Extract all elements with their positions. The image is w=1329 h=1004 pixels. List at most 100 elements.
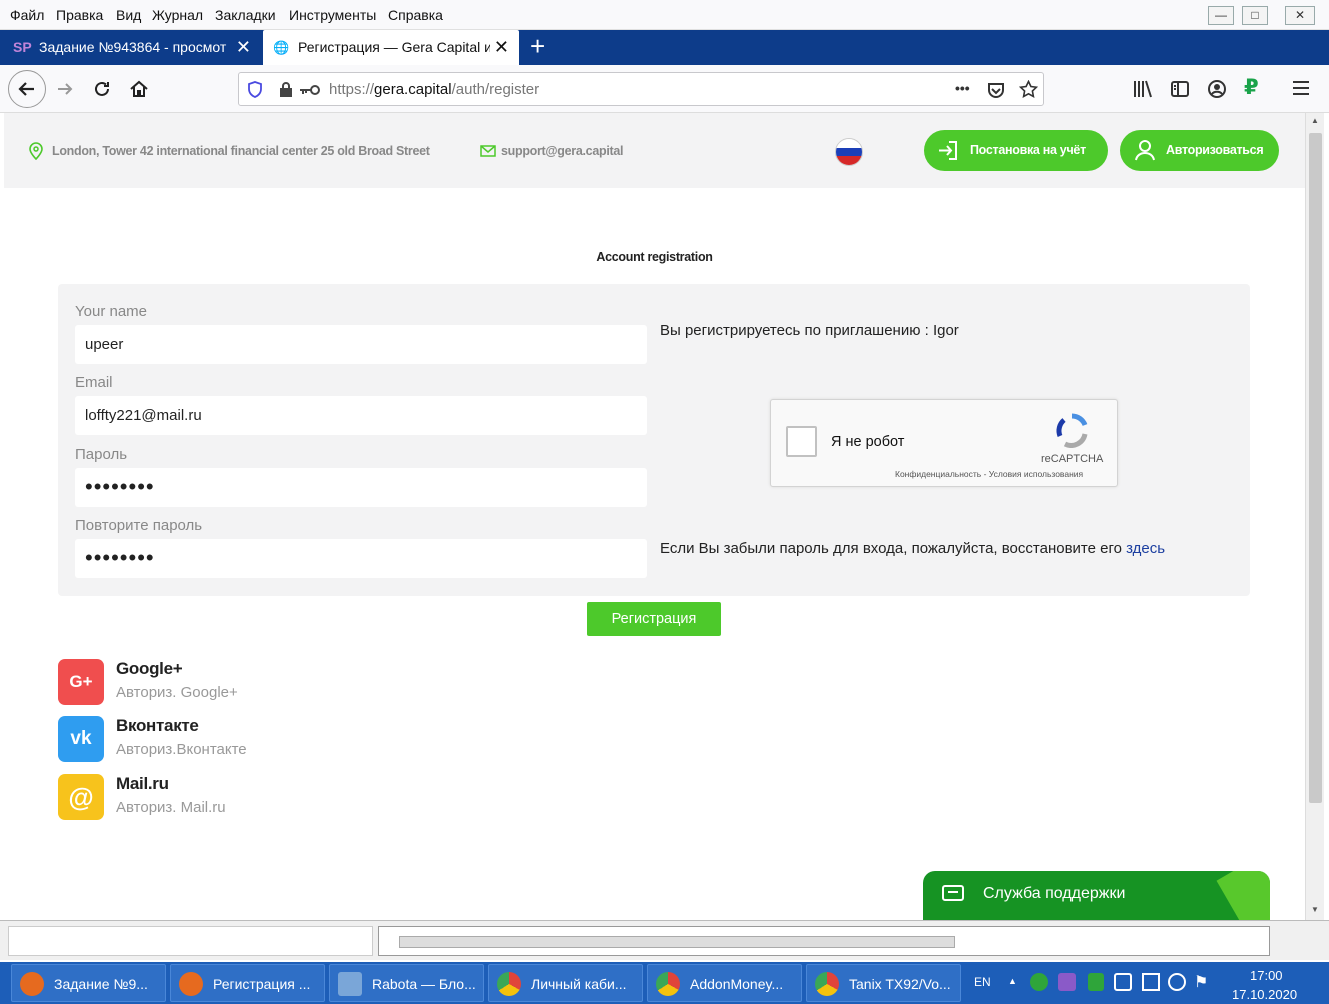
feather-icon[interactable] — [1058, 973, 1076, 991]
google-login[interactable]: G+ Google+ Авториз. Google+ — [58, 659, 358, 707]
task-label: Tanix TX92/Vo... — [849, 976, 951, 992]
firefox-icon — [20, 972, 44, 996]
menu-bookmarks[interactable]: Закладки — [215, 7, 276, 23]
menu-bar: Файл Правка Вид Журнал Закладки Инструме… — [0, 0, 1329, 30]
arrow-right-icon[interactable] — [54, 78, 76, 100]
sidebar-icon[interactable] — [1170, 79, 1190, 99]
volume-muted-icon[interactable] — [1114, 973, 1132, 991]
recaptcha-widget: Я не робот reCAPTCHA Конфиденциальность … — [770, 399, 1118, 487]
taskbar-task[interactable]: AddonMoney... — [647, 964, 802, 1002]
horizontal-scrollbar[interactable] — [378, 926, 1270, 956]
recaptcha-label: Я не робот — [831, 434, 905, 450]
chrome-icon — [656, 972, 680, 996]
menu-history[interactable]: Журнал — [152, 7, 203, 23]
chrome-icon — [497, 972, 521, 996]
login-header-button[interactable]: Авторизоваться — [1120, 130, 1279, 171]
russian-flag-icon[interactable] — [835, 138, 863, 166]
social-title: Вконтакте — [116, 716, 199, 735]
taskbar-task[interactable]: Rabota — Бло... — [329, 964, 484, 1002]
register-submit-button[interactable]: Регистрация — [587, 602, 721, 636]
tab-label: Регистрация — Gera Capital ин — [298, 39, 500, 55]
reload-icon[interactable] — [91, 78, 113, 100]
social-title: Mail.ru — [116, 774, 169, 793]
url-host: gera.capital — [374, 81, 452, 98]
vk-login[interactable]: vk Вконтакте Авториз.Вконтакте — [58, 716, 358, 764]
menu-help[interactable]: Справка — [388, 7, 443, 23]
tray-expand-icon[interactable]: ▲ — [1008, 976, 1017, 986]
close-icon[interactable]: ✕ — [489, 30, 509, 65]
status-panel — [8, 926, 373, 956]
menu-view[interactable]: Вид — [116, 7, 141, 23]
new-tab-button[interactable]: + — [530, 30, 545, 63]
star-icon[interactable] — [1019, 80, 1038, 99]
utorrent-icon[interactable] — [1030, 973, 1048, 991]
taskbar-task[interactable]: Задание №9... — [11, 964, 166, 1002]
pocket-icon[interactable] — [987, 81, 1005, 99]
ruble-extension-icon[interactable]: ₽ — [1244, 75, 1259, 100]
minimize-button[interactable]: — — [1208, 6, 1234, 25]
forgot-text: Если Вы забыли пароль для входа, пожалуй… — [660, 540, 1122, 557]
taskbar-task[interactable]: Регистрация ... — [170, 964, 325, 1002]
task-label: Задание №9... — [54, 976, 148, 992]
windows-taskbar: Задание №9... Регистрация ... Rabota — Б… — [0, 962, 1329, 1004]
repeat-password-label: Повторите пароль — [75, 517, 203, 534]
clock-time[interactable]: 17:00 — [1250, 968, 1283, 983]
vk-icon: vk — [58, 716, 104, 762]
close-icon[interactable]: ✕ — [231, 30, 251, 65]
key-icon[interactable] — [299, 84, 321, 96]
invite-text: Вы регистрируетесь по приглашению : Igor — [660, 322, 959, 339]
update-icon[interactable] — [1168, 973, 1186, 991]
taskbar-task[interactable]: Tanix TX92/Vo... — [806, 964, 961, 1002]
url-scheme: https:// — [329, 81, 375, 98]
name-input[interactable]: upeer — [75, 325, 647, 364]
scrollbar-thumb[interactable] — [399, 936, 955, 948]
task-label: AddonMoney... — [690, 976, 784, 992]
library-icon[interactable] — [1133, 79, 1153, 99]
scroll-down-icon[interactable]: ▼ — [1311, 905, 1319, 914]
tab-task[interactable]: SP Задание №943864 - просмот ✕ — [3, 30, 261, 65]
hamburger-menu-icon[interactable] — [1292, 80, 1310, 96]
header-address: London, Tower 42 international financial… — [52, 144, 430, 158]
shield-icon[interactable] — [247, 81, 263, 98]
account-icon[interactable] — [1207, 79, 1227, 99]
menu-file[interactable]: Файл — [10, 7, 44, 23]
network-icon[interactable] — [1142, 973, 1160, 991]
header-email[interactable]: support@gera.capital — [501, 144, 623, 158]
flag-icon[interactable]: ⚑ — [1194, 972, 1208, 992]
support-chat-button[interactable]: Служба поддержки — [923, 871, 1270, 920]
arrow-left-icon — [18, 82, 34, 96]
restore-password-link[interactable]: здесь — [1126, 540, 1165, 557]
site-header: London, Tower 42 international financial… — [4, 113, 1305, 188]
scrollbar-thumb[interactable] — [1309, 133, 1322, 803]
maximize-button[interactable]: □ — [1242, 6, 1268, 25]
lock-icon[interactable] — [279, 81, 293, 98]
home-icon[interactable] — [128, 78, 150, 100]
recaptcha-links[interactable]: Конфиденциальность - Условия использован… — [895, 469, 1083, 479]
signup-header-button[interactable]: Постановка на учёт — [924, 130, 1108, 171]
recaptcha-logo-icon — [1056, 413, 1088, 448]
support-decoration — [1216, 871, 1270, 920]
page-title: Account registration — [596, 250, 713, 264]
task-label: Rabota — Бло... — [372, 976, 476, 992]
antivirus-icon[interactable] — [1088, 973, 1104, 991]
mailru-login[interactable]: @ Mail.ru Авториз. Mail.ru — [58, 774, 358, 822]
sp-favicon-icon: SP — [13, 39, 32, 55]
password-input[interactable]: •••••••• — [75, 468, 647, 507]
clock-date[interactable]: 17.10.2020 — [1232, 987, 1297, 1002]
status-bar — [0, 920, 1329, 960]
close-window-button[interactable]: ✕ — [1285, 6, 1315, 25]
taskbar-task[interactable]: Личный каби... — [488, 964, 643, 1002]
url-bar[interactable]: https://gera.capital/auth/register ••• — [238, 72, 1044, 106]
email-input[interactable]: loffty221@mail.ru — [75, 396, 647, 435]
menu-tools[interactable]: Инструменты — [289, 7, 376, 23]
scroll-up-icon[interactable]: ▲ — [1311, 116, 1319, 125]
recaptcha-checkbox[interactable] — [786, 426, 817, 457]
back-button[interactable] — [8, 70, 46, 108]
task-label: Личный каби... — [531, 976, 627, 992]
language-indicator[interactable]: EN — [974, 975, 991, 989]
page-actions-button[interactable]: ••• — [955, 80, 970, 96]
repeat-password-input[interactable]: •••••••• — [75, 539, 647, 578]
vertical-scrollbar[interactable]: ▲ ▼ — [1305, 113, 1324, 920]
menu-edit[interactable]: Правка — [56, 7, 103, 23]
tab-registration[interactable]: 🌐 Регистрация — Gera Capital ин ✕ — [263, 30, 519, 65]
